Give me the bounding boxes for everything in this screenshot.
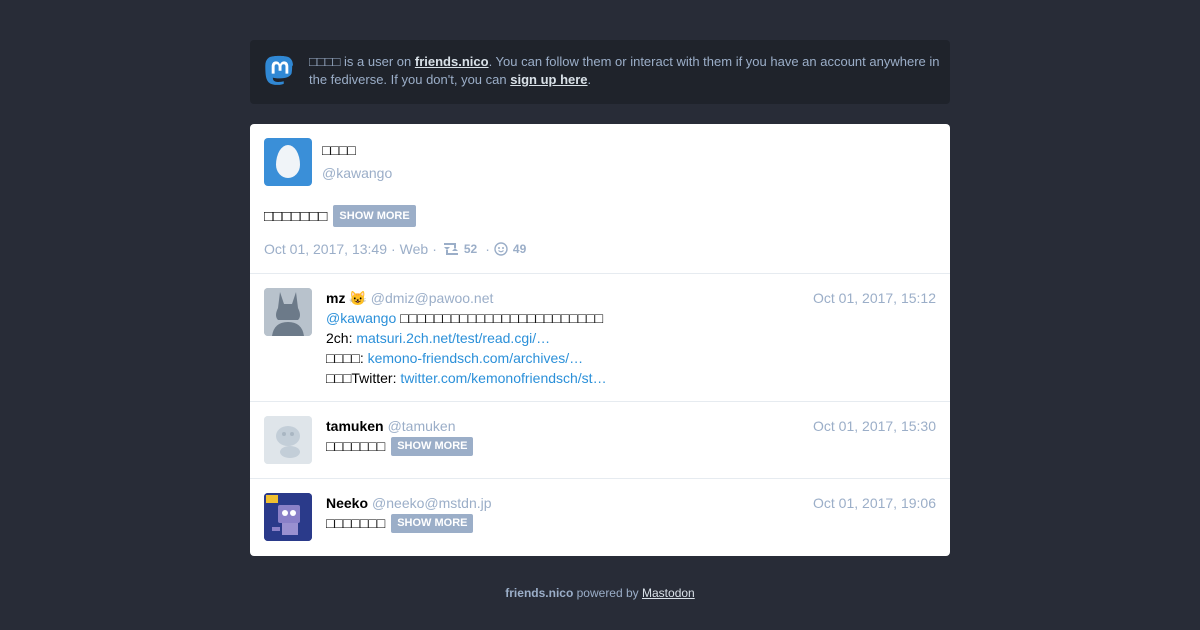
link[interactable]: kemono-friendsch.com/archives/… [368,350,584,366]
reply-status: mz 😺 @dmiz@pawoo.net Oct 01, 2017, 15:12 … [250,274,950,402]
reply-author[interactable]: Neeko @neeko@mstdn.jp [326,493,492,513]
avatar[interactable] [264,416,312,464]
show-more-button[interactable]: SHOW MORE [391,513,474,533]
spoiler-text: □□□□□□□ [326,438,386,454]
default-egg-avatar-icon [276,145,300,178]
content-text: □□□□: [326,350,364,366]
avatar[interactable] [264,493,312,541]
reply-content: □□□□□□□ SHOW MORE [326,436,474,456]
reply-content: @kawango □□□□□□□□□□□□□□□□□□□□□□□□ 2ch: m… [326,308,607,388]
banner-text-pre: is a user on [344,54,412,69]
avatar[interactable] [264,288,312,336]
reply-time[interactable]: Oct 01, 2017, 15:30 [813,416,936,436]
spoiler-text: □□□□□□□ [326,515,386,531]
mastodon-logo-icon [265,55,293,85]
content-warning: □□□□□□□ SHOW MORE [264,205,416,227]
reply-time[interactable]: Oct 01, 2017, 15:12 [813,288,936,308]
reply-display-name[interactable]: tamuken [326,418,384,434]
status-date[interactable]: Oct 01, 2017, 13:49 [264,241,387,257]
reply-display-name[interactable]: Neeko [326,495,368,511]
instance-link[interactable]: friends.nico [415,54,489,69]
link[interactable]: matsuri.2ch.net/test/read.cgi/… [356,330,550,346]
author-display-name[interactable]: □□□□ [322,142,356,158]
reply-author[interactable]: tamuken @tamuken [326,416,456,436]
reply-display-name[interactable]: mz 😺 [326,290,367,306]
mention-link[interactable]: @kawango [326,310,396,326]
banner-text: □□□□ is a user on friends.nico. You can … [309,53,949,89]
reply-handle[interactable]: @tamuken [388,418,456,434]
reply-content: □□□□□□□ SHOW MORE [326,513,474,533]
favourite-count: 49 [512,242,527,256]
detailed-status: □□□□ @kawango □□□□□□□ SHOW MORE Oct 01, … [250,124,950,274]
avatar[interactable] [264,138,312,186]
reply-author[interactable]: mz 😺 @dmiz@pawoo.net [326,288,493,308]
retweet-icon [443,243,458,255]
content-text: □□□Twitter: [326,370,397,386]
avatar-image [264,288,312,336]
reply-time[interactable]: Oct 01, 2017, 19:06 [813,493,936,513]
spoiler-text: □□□□□□□ [264,207,328,225]
show-more-button[interactable]: SHOW MORE [333,205,416,227]
content-text: 2ch: [326,330,353,346]
reply-handle[interactable]: @neeko@mstdn.jp [372,495,491,511]
link[interactable]: twitter.com/kemonofriendsch/st… [400,370,606,386]
banner-display-name: □□□□ [309,54,341,69]
reply-status: Neeko @neeko@mstdn.jp Oct 01, 2017, 19:06… [250,479,950,556]
star-icon [494,242,508,256]
mastodon-link[interactable]: Mastodon [642,586,695,600]
avatar-image [264,416,312,464]
author-acct[interactable]: @kawango [322,165,392,181]
reply-status: tamuken @tamuken Oct 01, 2017, 15:30 □□□□… [250,402,950,479]
footer-powered-by: powered by [576,586,639,600]
footer: friends.nico powered by Mastodon [0,586,1200,600]
footer-instance: friends.nico [505,586,574,600]
status-application: Web [399,241,429,257]
status-meta: Oct 01, 2017, 13:49 · Web · 52 · 49 [264,241,527,257]
avatar-image [264,493,312,541]
content-text: □□□□□□□□□□□□□□□□□□□□□□□□ [400,310,604,326]
reply-handle[interactable]: @dmiz@pawoo.net [371,290,494,306]
show-more-button[interactable]: SHOW MORE [391,436,474,456]
reblog-count: 52 [463,242,478,256]
banner-text-end: . [587,72,592,87]
account-banner: □□□□ is a user on friends.nico. You can … [250,40,950,104]
status-thread: □□□□ @kawango □□□□□□□ SHOW MORE Oct 01, … [250,124,950,556]
signup-link[interactable]: sign up here [510,72,587,87]
